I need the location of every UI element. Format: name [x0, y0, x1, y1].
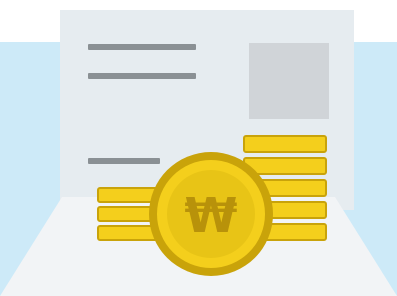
- coins-group: ₩: [97, 135, 327, 276]
- coin-layer: [243, 135, 327, 153]
- won-coin-icon: ₩: [149, 152, 273, 276]
- coin-layer: [243, 157, 327, 175]
- coin-layer: [97, 187, 159, 203]
- won-symbol: ₩: [185, 188, 238, 244]
- coin-layer: [97, 225, 159, 241]
- won-payment-illustration: ₩: [0, 0, 397, 296]
